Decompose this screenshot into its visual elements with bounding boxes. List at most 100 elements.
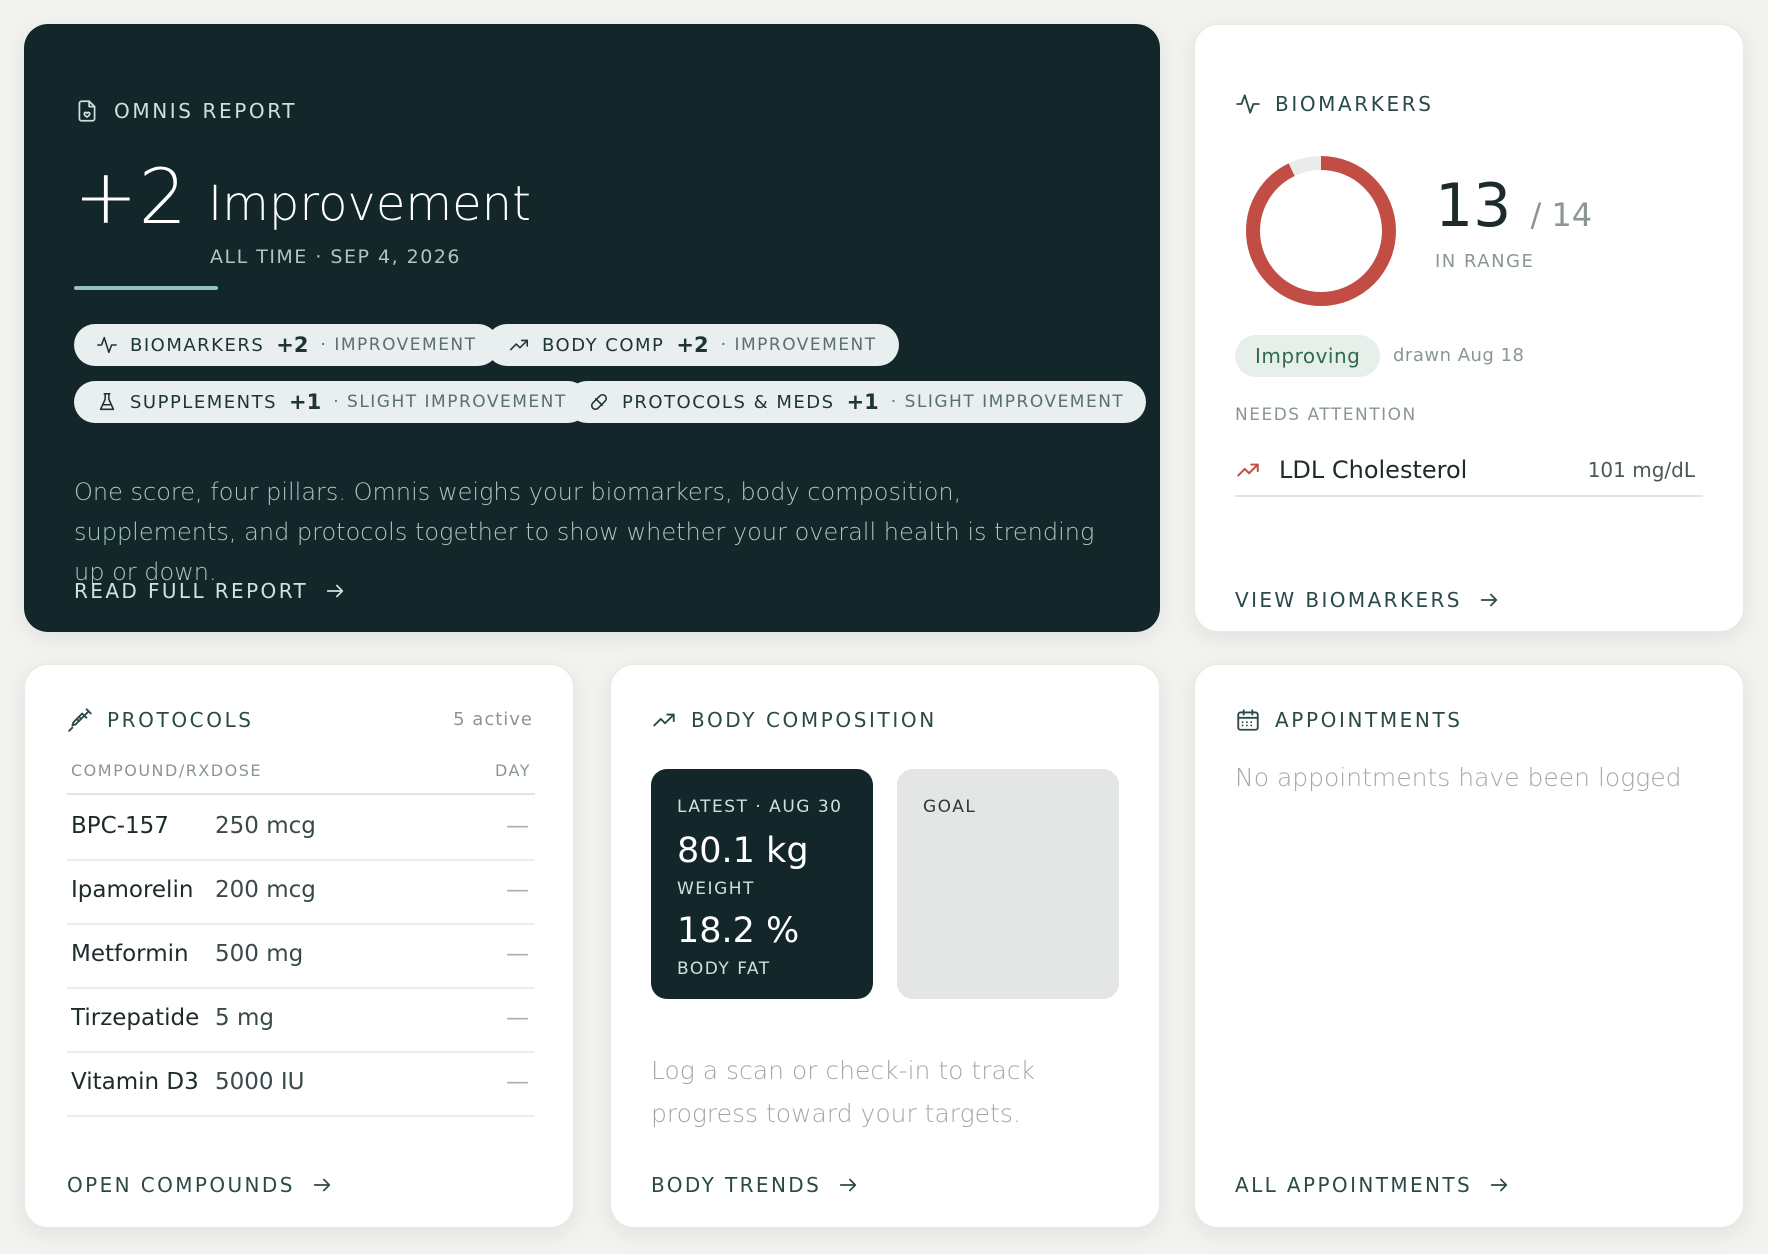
chip-label: BIOMARKERS	[130, 334, 265, 356]
attention-row-ldl[interactable]: LDL Cholesterol 101 mg/dL	[1235, 445, 1703, 497]
attention-value: 101 mg/dL	[1587, 458, 1695, 482]
chip-level: · SLIGHT IMPROVEMENT	[333, 392, 567, 412]
chip-level: · SLIGHT IMPROVEMENT	[890, 392, 1125, 412]
view-biomarkers-link[interactable]: VIEW BIOMARKERS	[1235, 588, 1500, 612]
pulse-icon	[1236, 94, 1260, 114]
appointments-card: APPOINTMENTS No appointments have been l…	[1194, 664, 1744, 1228]
link-label: BODY TRENDS	[651, 1173, 822, 1197]
body-trends-link[interactable]: BODY TRENDS	[651, 1173, 859, 1197]
table-row[interactable]: Tirzepatide 5 mg —	[67, 989, 535, 1053]
arrow-right-icon	[326, 584, 344, 598]
omnis-report-card: OMNIS REPORT +2 Improvement ALL TIME · S…	[24, 24, 1160, 632]
compound-name: Vitamin D3	[71, 1069, 199, 1095]
report-description: One score, four pillars. Omnis weighs yo…	[74, 478, 1095, 586]
active-count: 5 active	[453, 709, 533, 730]
appointments-title: APPOINTMENTS	[1275, 708, 1463, 732]
table-row[interactable]: Metformin 500 mg —	[67, 925, 535, 989]
protocols-card: PROTOCOLS 5 active COMPOUND/RXDOSE DAY B…	[24, 664, 574, 1228]
in-range-count: 13 / 14	[1435, 171, 1592, 241]
chip-points: +1	[289, 390, 322, 414]
body-composition-title: BODY COMPOSITION	[691, 708, 937, 732]
read-full-report-link[interactable]: READ FULL REPORT	[74, 579, 346, 603]
link-label: ALL APPOINTMENTS	[1235, 1173, 1473, 1197]
body-fat-value: 18.2 %	[677, 911, 800, 951]
chip-level: · IMPROVEMENT	[320, 335, 477, 355]
pillar-chip-protocols-meds[interactable]: PROTOCOLS & MEDS +1 · SLIGHT IMPROVEMENT	[566, 381, 1147, 423]
protocols-table: BPC-157 250 mcg — Ipamorelin 200 mcg — M…	[67, 797, 535, 1117]
table-row[interactable]: Ipamorelin 200 mcg —	[67, 861, 535, 925]
compound-day: —	[506, 1069, 529, 1095]
in-range-arc	[1246, 156, 1396, 306]
chip-level: · IMPROVEMENT	[720, 335, 877, 355]
weight-value: 80.1 kg	[677, 831, 809, 871]
compound-day: —	[506, 1005, 529, 1031]
trend-up-icon	[1237, 463, 1259, 477]
needs-attention-label: NEEDS ATTENTION	[1235, 405, 1417, 425]
overall-score: +2	[74, 152, 189, 241]
arrow-right-icon	[840, 1178, 857, 1192]
protocols-header: PROTOCOLS	[67, 707, 254, 733]
chip-points: +2	[676, 333, 709, 357]
biomarkers-title: BIOMARKERS	[1275, 92, 1434, 116]
pill-icon	[590, 393, 608, 411]
report-icon	[78, 100, 96, 122]
compound-name: BPC-157	[71, 813, 169, 839]
score-divider	[74, 286, 218, 290]
body-composition-header: BODY COMPOSITION	[651, 707, 937, 733]
compound-dose: 500 mg	[215, 941, 304, 967]
in-range-label: IN RANGE	[1435, 251, 1535, 272]
compound-day: —	[506, 877, 529, 903]
column-day: DAY	[494, 761, 531, 780]
trend-up-icon	[653, 713, 675, 727]
chip-label: BODY COMP	[542, 334, 665, 356]
pillar-chip-body-comp[interactable]: BODY COMP +2 · IMPROVEMENT	[486, 324, 899, 366]
trend-up-icon	[509, 339, 529, 351]
arrow-right-icon	[1480, 593, 1498, 607]
attention-name: LDL Cholesterol	[1279, 456, 1468, 484]
open-compounds-link[interactable]: OPEN COMPOUNDS	[67, 1173, 333, 1197]
biomarker-total: / 14	[1530, 196, 1593, 234]
link-label: VIEW BIOMARKERS	[1235, 588, 1462, 612]
all-appointments-link[interactable]: ALL APPOINTMENTS	[1235, 1173, 1510, 1197]
in-range-ring	[1246, 156, 1396, 306]
in-range-value: 13	[1435, 171, 1512, 241]
table-row[interactable]: Vitamin D3 5000 IU —	[67, 1053, 535, 1117]
chip-label: SUPPLEMENTS	[130, 391, 277, 413]
link-label: OPEN COMPOUNDS	[67, 1173, 295, 1197]
body-composition-card: BODY COMPOSITION LATEST · AUG 30 80.1 kg…	[610, 664, 1160, 1228]
appointments-empty-state: No appointments have been logged	[1235, 763, 1682, 792]
pillar-chip-supplements[interactable]: SUPPLEMENTS +1 · SLIGHT IMPROVEMENT	[74, 381, 589, 423]
biomarkers-header: BIOMARKERS	[1235, 91, 1434, 117]
compound-dose: 200 mcg	[215, 877, 316, 903]
compound-day: —	[506, 941, 529, 967]
latest-label: LATEST · AUG 30	[677, 797, 843, 817]
compound-dose: 5000 IU	[215, 1069, 305, 1095]
goal-label: GOAL	[923, 797, 977, 817]
pillar-chip-biomarkers[interactable]: BIOMARKERS +2 · IMPROVEMENT	[74, 324, 499, 366]
biomarkers-card: BIOMARKERS 13 / 14 IN RANGE Improving dr…	[1194, 24, 1744, 632]
pulse-icon	[97, 336, 117, 354]
syringe-icon	[68, 708, 92, 732]
body-composition-note: Log a scan or check-in to track progress…	[651, 1056, 1036, 1128]
protocols-title: PROTOCOLS	[107, 708, 254, 732]
link-label: READ FULL REPORT	[74, 579, 309, 603]
calendar-icon	[1237, 709, 1259, 731]
status-badge: Improving	[1235, 335, 1381, 377]
table-row[interactable]: BPC-157 250 mcg —	[67, 797, 535, 861]
arrow-right-icon	[313, 1178, 330, 1192]
omnis-report-header: OMNIS REPORT	[74, 98, 297, 124]
goal-panel[interactable]: GOAL	[897, 769, 1119, 999]
omnis-report-title: OMNIS REPORT	[114, 99, 298, 123]
column-compound: COMPOUND/RXDOSE	[71, 761, 262, 780]
compound-dose: 5 mg	[215, 1005, 274, 1031]
chip-points: +1	[846, 390, 879, 414]
appointments-header: APPOINTMENTS	[1235, 707, 1463, 733]
chip-label: PROTOCOLS & MEDS	[622, 391, 835, 413]
weight-label: WEIGHT	[677, 879, 755, 899]
chip-points: +2	[276, 333, 309, 357]
arrow-right-icon	[1490, 1178, 1508, 1192]
body-fat-label: BODY FAT	[677, 959, 771, 979]
score-label: Improvement	[208, 176, 531, 232]
protocols-table-header: COMPOUND/RXDOSE DAY	[67, 761, 535, 795]
score-period: ALL TIME · SEP 4, 2026	[210, 246, 462, 268]
